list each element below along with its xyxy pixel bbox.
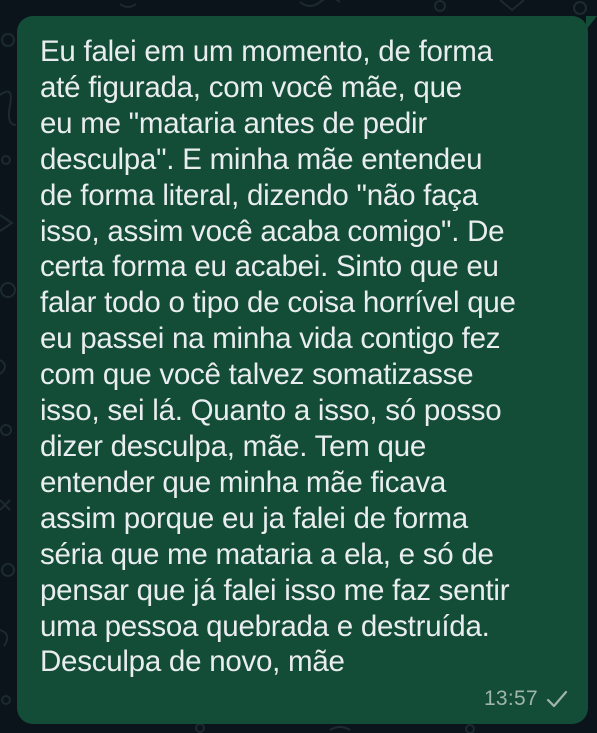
bubble-tail-icon xyxy=(577,16,597,30)
message-meta: 13:57 xyxy=(484,687,568,711)
message-timestamp: 13:57 xyxy=(483,687,538,710)
outgoing-message-bubble[interactable]: Eu falei em um momento, de forma até fig… xyxy=(17,16,597,724)
single-check-icon xyxy=(546,690,568,708)
message-text: Eu falei em um momento, de forma até fig… xyxy=(40,35,516,679)
